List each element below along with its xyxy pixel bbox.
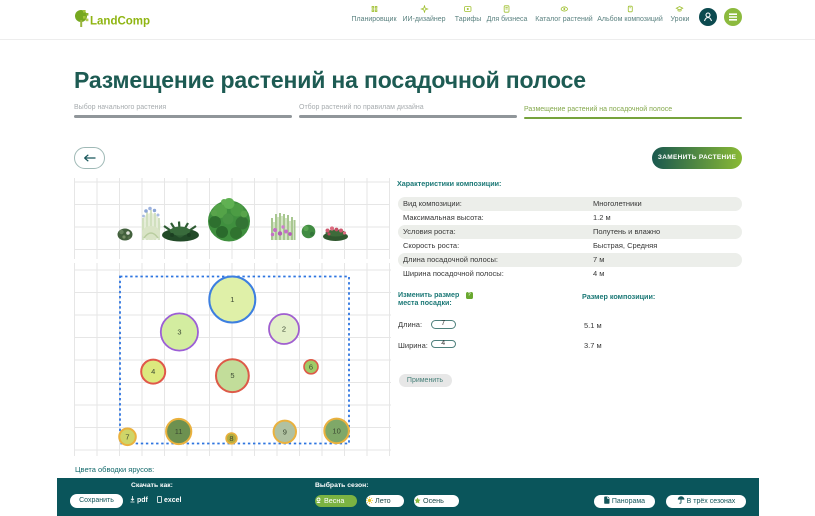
svg-text:11: 11 [175, 427, 183, 436]
svg-text:LandComp: LandComp [90, 16, 150, 28]
svg-text:8: 8 [229, 434, 233, 443]
svg-text:10: 10 [332, 426, 340, 435]
svg-text:7: 7 [125, 432, 129, 441]
svg-text:6: 6 [309, 362, 313, 371]
svg-text:3: 3 [177, 328, 181, 337]
svg-text:2: 2 [282, 325, 286, 334]
svg-text:4: 4 [151, 367, 155, 376]
svg-text:9: 9 [283, 427, 287, 436]
svg-text:5: 5 [230, 371, 234, 380]
svg-text:1: 1 [230, 295, 234, 304]
